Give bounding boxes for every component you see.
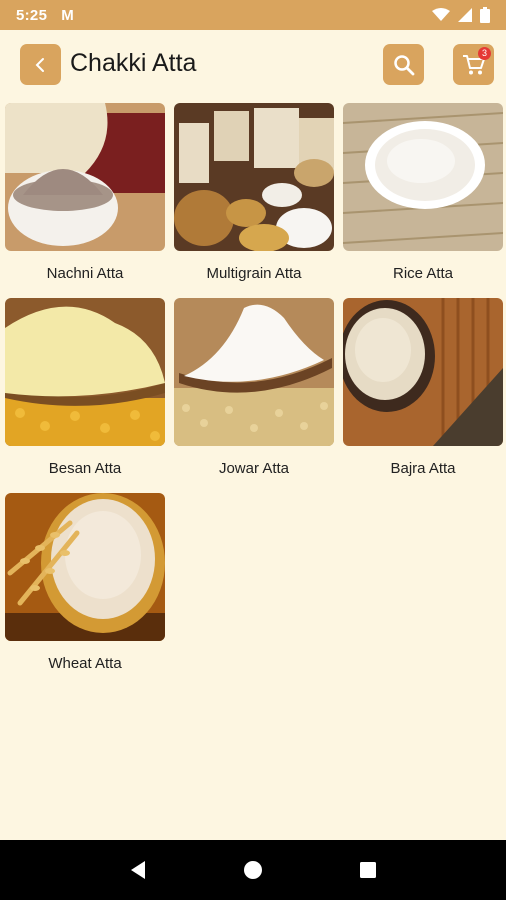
product-image (343, 103, 503, 251)
product-image (343, 298, 503, 446)
product-tile-nachni-atta[interactable]: Nachni Atta (5, 103, 165, 298)
back-triangle-icon (130, 861, 145, 879)
product-tile-besan-atta[interactable]: Besan Atta (5, 298, 165, 493)
product-tile-jowar-atta[interactable]: Jowar Atta (174, 298, 334, 493)
battery-icon (480, 7, 490, 23)
product-image (174, 298, 334, 446)
nav-home-button[interactable] (233, 850, 273, 890)
product-tile-wheat-atta[interactable]: Wheat Atta (5, 493, 165, 688)
status-time: 5:25 (16, 6, 48, 24)
product-grid: Nachni Atta Multigrain Atta Rice Atta Be… (5, 103, 503, 688)
product-name: Multigrain Atta (206, 265, 302, 282)
app-bar: Chakki Atta 3 (0, 30, 506, 98)
product-name: Bajra Atta (390, 460, 456, 477)
product-name: Besan Atta (48, 460, 122, 477)
gmail-icon: M (61, 6, 74, 24)
cart-button[interactable]: 3 (453, 44, 494, 85)
product-name: Jowar Atta (218, 460, 290, 477)
product-name: Rice Atta (392, 265, 454, 282)
system-nav-bar (0, 840, 506, 900)
product-image (5, 493, 165, 641)
wifi-icon (432, 8, 450, 21)
status-icons (432, 7, 490, 23)
search-icon (393, 54, 414, 75)
product-tile-multigrain-atta[interactable]: Multigrain Atta (174, 103, 334, 298)
product-name: Nachni Atta (46, 265, 124, 282)
home-circle-icon (243, 861, 262, 879)
product-name: Wheat Atta (48, 655, 122, 672)
product-tile-rice-atta[interactable]: Rice Atta (343, 103, 503, 298)
nav-recents-button[interactable] (348, 850, 388, 890)
chevron-left-icon (35, 57, 44, 72)
page-title: Chakki Atta (70, 49, 197, 77)
back-button[interactable] (20, 44, 61, 85)
product-image (5, 298, 165, 446)
product-tile-bajra-atta[interactable]: Bajra Atta (343, 298, 503, 493)
cart-count-badge: 3 (478, 47, 491, 60)
search-button[interactable] (383, 44, 424, 85)
nav-back-button[interactable] (118, 850, 158, 890)
product-image (174, 103, 334, 251)
status-bar: 5:25 M (0, 0, 506, 30)
product-image (5, 103, 165, 251)
signal-icon (458, 8, 472, 22)
recents-square-icon (360, 862, 377, 878)
